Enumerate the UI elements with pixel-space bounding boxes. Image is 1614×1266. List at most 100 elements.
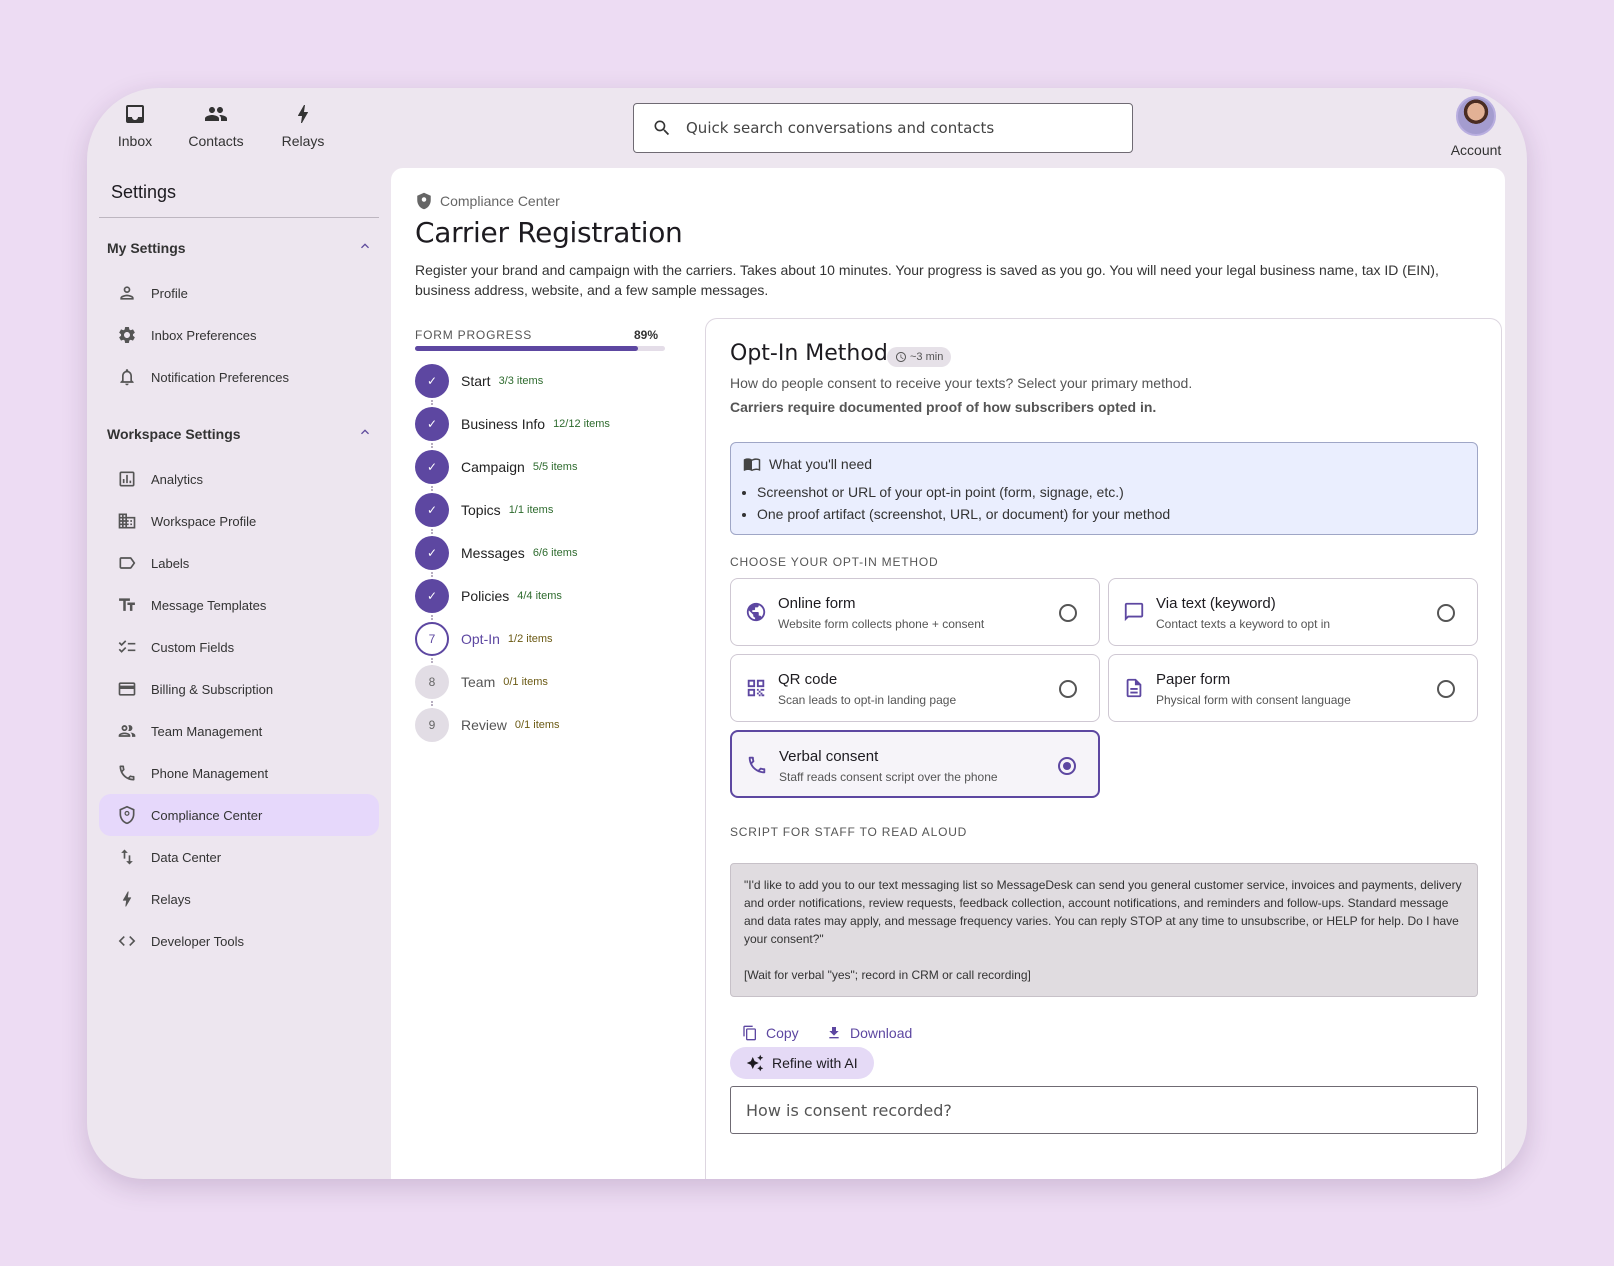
option-online-form[interactable]: Online form Website form collects phone … <box>730 578 1100 646</box>
copy-icon <box>743 1025 756 1041</box>
radio-button-selected[interactable] <box>1058 757 1076 775</box>
document-icon <box>1126 678 1142 698</box>
step-count: 0/1 items <box>503 676 548 688</box>
sidebar-item-label: Billing & Subscription <box>151 681 274 697</box>
opt-in-card: Opt-In Method ~3 min How do people conse… <box>705 318 1502 1179</box>
card-title: Opt-In Method <box>730 341 888 366</box>
step-count: 1/1 items <box>508 504 554 516</box>
sidebar-item-data-center[interactable]: Data Center <box>99 836 379 878</box>
script-text: "I'd like to add you to our text messagi… <box>744 878 1462 946</box>
avatar[interactable] <box>1456 96 1496 136</box>
sidebar-item-label: Labels <box>151 555 190 571</box>
step-team[interactable]: 8 Team 0/1 items <box>415 665 548 699</box>
sidebar-item-workspace-profile[interactable]: Workspace Profile <box>99 500 379 542</box>
radio-button[interactable] <box>1059 604 1077 622</box>
need-heading-label: What you'll need <box>769 456 873 472</box>
chevron-up-icon <box>361 429 369 435</box>
chevron-up-icon <box>361 243 369 249</box>
page-title: Carrier Registration <box>415 216 683 249</box>
sidebar-item-relays[interactable]: Relays <box>99 878 379 920</box>
sidebar-item-label: Compliance Center <box>151 807 263 823</box>
list-item: One proof artifact (screenshot, URL, or … <box>757 503 1170 525</box>
section-my-settings[interactable]: My Settings <box>107 240 373 256</box>
download-label: Download <box>850 1025 913 1041</box>
step-count: 12/12 items <box>553 418 610 430</box>
sidebar-item-compliance-center[interactable]: Compliance Center <box>99 794 379 836</box>
app-window: Inbox Contacts Relays Account Settings M… <box>87 88 1527 1179</box>
step-name: Topics <box>461 502 501 518</box>
sidebar-item-analytics[interactable]: Analytics <box>99 458 379 500</box>
sidebar-item-billing[interactable]: Billing & Subscription <box>99 668 379 710</box>
label-icon <box>119 557 136 569</box>
step-name: Team <box>461 674 496 690</box>
sidebar-item-label: Developer Tools <box>151 933 244 949</box>
step-opt-in[interactable]: 7 Opt-In 1/2 items <box>415 622 553 656</box>
breadcrumb[interactable]: Compliance Center <box>415 192 560 210</box>
option-desc: Staff reads consent script over the phon… <box>779 770 998 784</box>
search-input[interactable] <box>686 119 1086 137</box>
option-verbal-consent[interactable]: Verbal consent Staff reads consent scrip… <box>730 730 1100 798</box>
section-workspace-settings[interactable]: Workspace Settings <box>107 426 373 442</box>
main-content: Compliance Center Carrier Registration R… <box>391 168 1505 1179</box>
nav-relays[interactable]: Relays <box>263 102 343 149</box>
step-name: Messages <box>461 545 525 561</box>
card-subtitle: How do people consent to receive your te… <box>730 375 1193 391</box>
step-campaign[interactable]: ✓ Campaign 5/5 items <box>415 450 577 484</box>
consent-recording-field[interactable] <box>730 1086 1478 1134</box>
check-icon: ✓ <box>415 364 449 398</box>
step-messages[interactable]: ✓ Messages 6/6 items <box>415 536 577 570</box>
refine-with-ai-button[interactable]: Refine with AI <box>730 1047 874 1079</box>
step-policies[interactable]: ✓ Policies 4/4 items <box>415 579 562 613</box>
check-icon: ✓ <box>415 407 449 441</box>
radio-button[interactable] <box>1059 680 1077 698</box>
option-desc: Physical form with consent language <box>1156 693 1351 707</box>
option-via-text[interactable]: Via text (keyword) Contact texts a keywo… <box>1108 578 1478 646</box>
sidebar-item-label: Workspace Profile <box>151 513 257 529</box>
option-desc: Website form collects phone + consent <box>778 617 985 631</box>
analytics-icon <box>119 471 135 487</box>
sidebar-title: Settings <box>111 182 177 202</box>
download-button[interactable]: Download <box>826 1025 912 1041</box>
globe-icon <box>746 602 766 622</box>
option-qr-code[interactable]: QR code Scan leads to opt-in landing pag… <box>730 654 1100 722</box>
sidebar-item-profile[interactable]: Profile <box>99 272 379 314</box>
step-start[interactable]: ✓ Start 3/3 items <box>415 364 543 398</box>
radio-button[interactable] <box>1437 604 1455 622</box>
refine-label: Refine with AI <box>772 1055 858 1071</box>
card-requirement: Carriers require documented proof of how… <box>730 399 1157 415</box>
step-review[interactable]: 9 Review 0/1 items <box>415 708 560 742</box>
text-icon <box>119 598 135 611</box>
sidebar-item-label: Custom Fields <box>151 639 235 655</box>
shield-icon <box>119 805 135 825</box>
sidebar-item-inbox-preferences[interactable]: Inbox Preferences <box>99 314 379 356</box>
sidebar-item-label: Notification Preferences <box>151 369 290 385</box>
sidebar-item-team-management[interactable]: Team Management <box>99 710 379 752</box>
radio-button[interactable] <box>1437 680 1455 698</box>
nav-contacts[interactable]: Contacts <box>176 102 256 149</box>
bolt-icon <box>298 105 309 123</box>
option-paper-form[interactable]: Paper form Physical form with consent la… <box>1108 654 1478 722</box>
step-number: 7 <box>415 622 449 656</box>
sidebar-item-message-templates[interactable]: Message Templates <box>99 584 379 626</box>
sidebar-item-notification-preferences[interactable]: Notification Preferences <box>99 356 379 398</box>
sidebar-item-custom-fields[interactable]: Custom Fields <box>99 626 379 668</box>
need-list: Screenshot or URL of your opt-in point (… <box>757 481 1170 525</box>
download-icon <box>829 1027 839 1039</box>
account-button[interactable]: Account <box>1436 96 1516 158</box>
search-bar[interactable] <box>633 103 1133 153</box>
copy-button[interactable]: Copy <box>742 1025 799 1041</box>
consent-recording-input[interactable] <box>746 1100 1446 1120</box>
sidebar-item-developer-tools[interactable]: Developer Tools <box>99 920 379 962</box>
sidebar-divider <box>99 217 379 218</box>
step-number: 9 <box>415 708 449 742</box>
gear-icon <box>119 327 135 343</box>
account-label: Account <box>1450 142 1502 158</box>
step-number: 8 <box>415 665 449 699</box>
sidebar-item-labels[interactable]: Labels <box>99 542 379 584</box>
step-count: 3/3 items <box>498 375 544 387</box>
nav-inbox[interactable]: Inbox <box>95 102 175 149</box>
sidebar-item-phone-management[interactable]: Phone Management <box>99 752 379 794</box>
step-business-info[interactable]: ✓ Business Info 12/12 items <box>415 407 610 441</box>
option-title: Verbal consent <box>779 748 879 765</box>
step-topics[interactable]: ✓ Topics 1/1 items <box>415 493 553 527</box>
